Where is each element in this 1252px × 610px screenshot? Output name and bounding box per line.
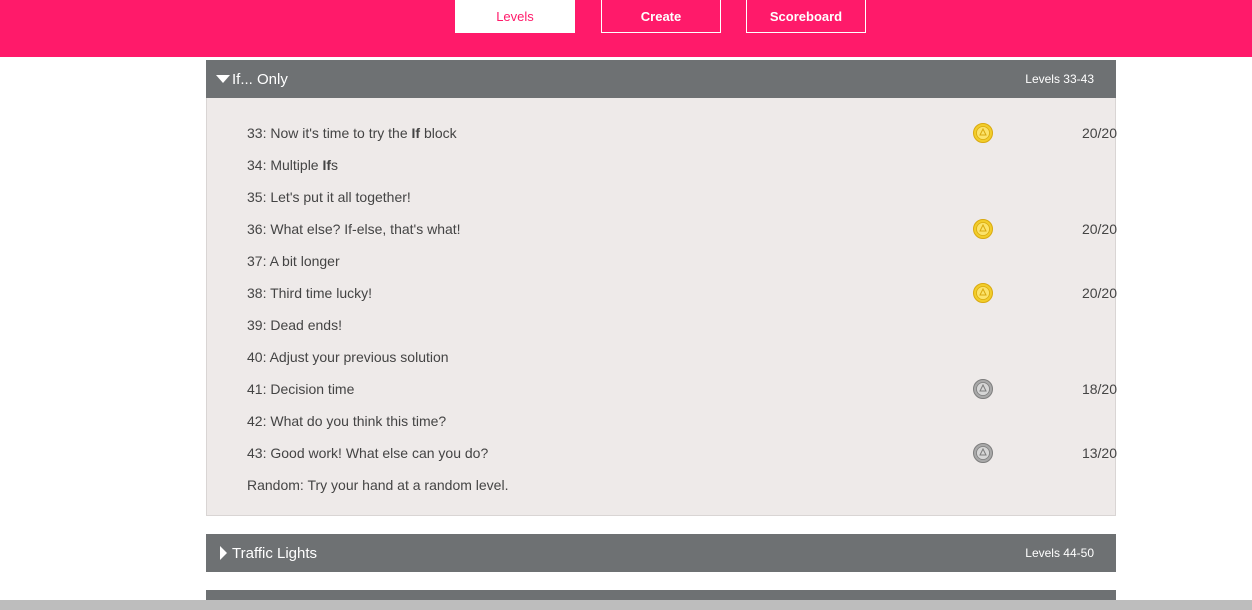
level-name-text: s [331,157,339,173]
level-name-text: 40: Adjust your previous solution [247,349,449,365]
level-row[interactable]: 43: Good work! What else can you do? 13/2… [247,437,1117,469]
horizontal-scrollbar[interactable] [0,600,1252,610]
level-name-text: 38: Third time lucky! [247,285,373,301]
level-row[interactable]: 35: Let's put it all together! [247,181,1107,213]
level-name[interactable]: 37: A bit longer [247,253,340,269]
silver-coin-icon [973,443,993,463]
level-row[interactable]: 38: Third time lucky! 20/20 [247,277,1117,309]
gold-coin-icon [973,123,993,143]
level-name-text: 37: A bit longer [247,253,340,269]
level-row[interactable]: 36: What else? If-else, that's what! 20/2… [247,213,1117,245]
level-name-text: 35: Let's put it all together! [247,189,411,205]
episode-title: If... Only [232,70,288,88]
scoreboard-tab[interactable]: Scoreboard [746,0,866,33]
level-list: 33: Now it's time to try the If block 20/… [206,98,1117,516]
level-name-keyword: If [411,125,421,141]
level-score: 18/20 [1081,381,1117,397]
level-row[interactable]: Random: Try your hand at a random level. [247,469,1107,501]
level-name[interactable]: 39: Dead ends! [247,317,342,333]
level-name[interactable]: Random: Try your hand at a random level. [247,477,508,493]
silver-coin-icon [973,379,993,399]
caret-right-icon [216,546,230,560]
episode-header-if-only[interactable]: If... Only Levels 33-43 [206,60,1116,98]
level-name-text: 43: Good work! What else can you do? [247,445,489,461]
level-row[interactable]: 34: Multiple Ifs [247,149,1107,181]
level-score: 20/20 [1081,285,1117,301]
level-name[interactable]: 43: Good work! What else can you do? [247,445,488,461]
episode-header-traffic-lights[interactable]: Traffic Lights Levels 44-50 [206,534,1116,572]
level-name[interactable]: 34: Multiple Ifs [247,157,338,173]
level-name[interactable]: 36: What else? If-else, that's what! [247,221,461,237]
level-row[interactable]: 41: Decision time 18/20 [247,373,1117,405]
level-name-text: 41: Decision time [247,381,355,397]
level-row[interactable]: 37: A bit longer [247,245,1107,277]
level-name[interactable]: 38: Third time lucky! [247,285,372,301]
level-score: 13/20 [1081,445,1117,461]
level-name-text: 42: What do you think this time? [247,413,447,429]
level-row[interactable]: 39: Dead ends! [247,309,1107,341]
level-name[interactable]: 40: Adjust your previous solution [247,349,449,365]
level-row[interactable]: 33: Now it's time to try the If block 20/… [247,117,1117,149]
episode-range: Levels 44-50 [1025,546,1094,560]
episode-range: Levels 33-43 [1025,72,1094,86]
level-name[interactable]: 41: Decision time [247,381,354,397]
level-score: 20/20 [1081,221,1117,237]
level-name[interactable]: 35: Let's put it all together! [247,189,411,205]
level-name-text: 36: What else? If-else, that's what! [247,221,461,237]
level-name-text: 34: Multiple [247,157,323,173]
level-name[interactable]: 42: What do you think this time? [247,413,446,429]
level-row[interactable]: 40: Adjust your previous solution [247,341,1107,373]
level-name-text: 33: Now it's time to try the [247,125,412,141]
level-row[interactable]: 42: What do you think this time? [247,405,1107,437]
gold-coin-icon [973,219,993,239]
top-nav-bar: Levels Create Scoreboard [0,0,1252,57]
level-name-keyword: If [322,157,332,173]
episode-title: Traffic Lights [232,544,318,562]
level-name[interactable]: 33: Now it's time to try the If block [247,125,457,141]
level-name-text: 39: Dead ends! [247,317,342,333]
create-tab[interactable]: Create [601,0,721,33]
episode-header-next[interactable] [206,590,1116,600]
caret-down-icon [216,74,230,84]
levels-tab[interactable]: Levels [455,0,575,33]
level-name-text: Random: Try your hand at a random level. [247,477,509,493]
gold-coin-icon [973,283,993,303]
level-name-text: block [420,125,457,141]
level-score: 20/20 [1081,125,1117,141]
